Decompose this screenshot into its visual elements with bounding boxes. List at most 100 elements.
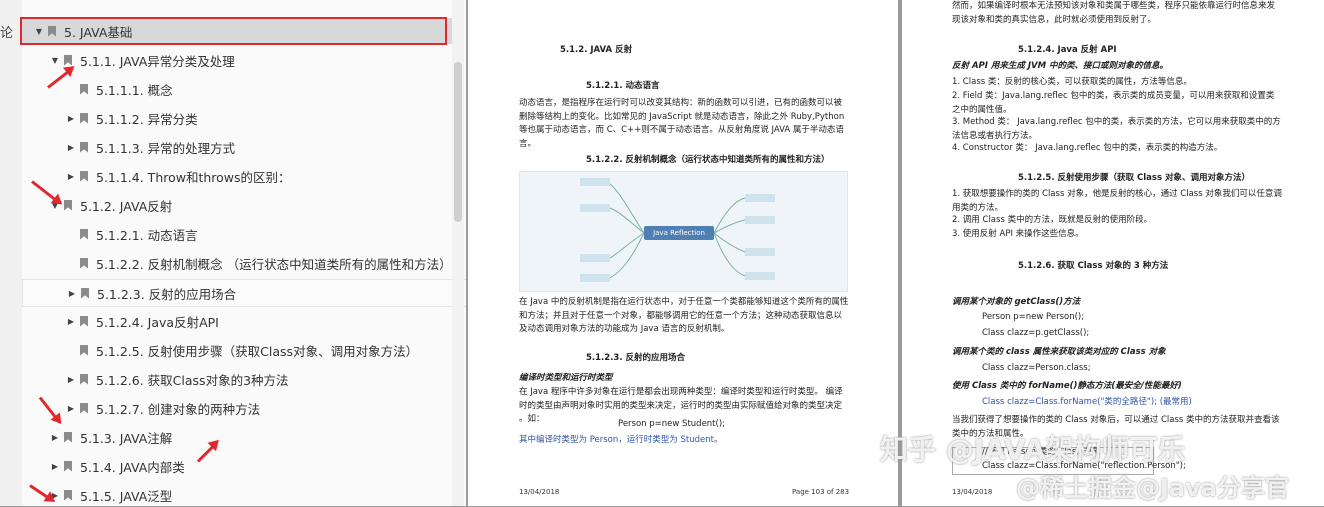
step-item-3: 3. 使用反射 API 来操作这些信息。 <box>952 229 1084 239</box>
footer-page-number: Page 103 of 283 <box>792 487 850 496</box>
bookmark-icon <box>80 315 88 327</box>
outline-item-label: 5.1.3. JAVA注解 <box>80 430 173 446</box>
expand-triangle-icon[interactable]: ▼ <box>34 27 44 36</box>
paragraph-runtime-info: 然而，如果编译时根本无法预知该对象和类属于哪些类，程序只能依靠运行时信息来发现该… <box>952 1 1276 25</box>
api-list-item-1: 1. Class 类：反射的核心类，可以获取类的属性，方法等信息。 <box>952 77 1192 87</box>
bookmark-icon <box>48 25 56 37</box>
outline-item[interactable]: ▶ 5.1.1.4. Throw和throws的区别： <box>22 163 466 189</box>
bookmark-icon <box>80 112 88 124</box>
outline-item-label: 5.1.1.2. 异常分类 <box>96 111 198 127</box>
heading-5-1-2-3: 5.1.2.3. 反射的应用场合 <box>586 353 686 363</box>
footer-date-right: 13/04/2018 <box>952 487 993 496</box>
heading-5-1-2: 5.1.2. JAVA 反射 <box>560 45 633 55</box>
step-item-2: 2. 调用 Class 类中的方法，既就是反射的使用阶段。 <box>952 215 1153 225</box>
outline-item-label: 5.1.2.2. 反射机制概念 （运行状态中知道类所有的属性和方法） <box>96 256 452 272</box>
bookmark-icon <box>80 257 88 269</box>
bookmark-icon <box>80 344 88 356</box>
outline-item[interactable]: ▶ 5.1.2.3. 反射的应用场合 <box>22 279 466 307</box>
bookmark-icon <box>64 489 72 501</box>
bookmark-icon <box>64 199 72 211</box>
method-2-line-a: Class clazz=Person.class; <box>982 363 1091 373</box>
bookmark-icon <box>64 460 72 472</box>
outline-item-label: 5.1.2.6. 获取Class对象的3种方法 <box>96 372 289 388</box>
bookmark-icon <box>80 373 88 385</box>
outline-item[interactable]: ▼5.1.2. JAVA反射 <box>22 192 466 218</box>
bookmark-icon <box>64 431 72 443</box>
mindmap-center-node: Java Reflection <box>644 226 714 240</box>
outline-item[interactable]: ▼ 5.1.1. JAVA异常分类及处理 <box>22 47 466 73</box>
outline-item[interactable]: ▶ 5.1.3. JAVA注解 <box>22 424 466 450</box>
subheading-reflection-api: 反射 API 用来生成 JVM 中的类、接口或则对象的信息。 <box>952 61 1169 71</box>
heading-5-1-2-1: 5.1.2.1. 动态语言 <box>586 81 660 91</box>
paragraph-dynamic-language: 动态语言，是指程序在运行时可以改变其结构：新的函数可以引进，已有的函数可以被删除… <box>519 98 845 149</box>
left-tool-strip: 论 <box>0 0 23 506</box>
api-list-item-2: 2. Field 类：Java.lang.reflec 包中的类，表示类的成员变… <box>952 91 1275 115</box>
watermark-juejin: @稀土掘金@Java分享官 <box>1016 474 1289 502</box>
outline-item-label: 5.1.1.3. 异常的处理方式 <box>96 140 236 156</box>
heading-5-1-2-6: 5.1.2.6. 获取 Class 对象的 3 种方法 <box>1018 261 1169 271</box>
bookmark-icon <box>80 228 88 240</box>
method-1-line-b: Class clazz=p.getClass(); <box>982 328 1090 338</box>
outline-item[interactable]: ▼ 5. JAVA基础 <box>22 18 464 44</box>
subheading-compile-runtime: 编译时类型和运行时类型 <box>519 373 613 383</box>
method-1-line-a: Person p=new Person(); <box>982 312 1085 322</box>
paragraph-reflection-concept: 在 Java 中的反射机制是指在运行状态中，对于任意一个类都能够知道这个类所有的… <box>519 297 849 335</box>
outline-item-label: 5.1.2.1. 动态语言 <box>96 227 198 243</box>
collapse-triangle-icon[interactable]: ▶ <box>50 462 60 471</box>
outline-item[interactable]: 5.1.1.1. 概念 <box>22 76 466 102</box>
collapse-triangle-icon[interactable]: ▶ <box>50 433 60 442</box>
heading-5-1-2-2: 5.1.2.2. 反射机制概念（运行状态中知道类所有的属性和方法） <box>586 155 830 165</box>
paragraph-compile-type: 其中编译时类型为 Person，运行时类型为 Student。 <box>519 435 723 445</box>
collapse-triangle-icon[interactable]: ▶ <box>66 404 76 413</box>
outline-item-label: 5.1.2.7. 创建对象的两种方法 <box>96 401 261 417</box>
strip-glyph: 论 <box>0 26 14 41</box>
outline-item[interactable]: ▶ 5.1.1.3. 异常的处理方式 <box>22 134 466 160</box>
outline-scrollbar-thumb[interactable] <box>454 62 462 222</box>
outline-item-label: 5.1.2.3. 反射的应用场合 <box>97 286 237 302</box>
outline-item-label: 5.1.1. JAVA异常分类及处理 <box>80 53 235 69</box>
method-2-title: 调用某个类的 class 属性来获取该类对应的 Class 对象 <box>952 347 1166 357</box>
collapse-triangle-icon[interactable]: ▶ <box>66 172 76 181</box>
api-list-item-3: 3. Method 类： Java.lang.reflec 包中的类，表示类的方… <box>952 117 1281 141</box>
step-item-1: 1. 获取想要操作的类的 Class 对象，他是反射的核心，通过 Class 对… <box>952 189 1282 213</box>
method-3-title: 使用 Class 类中的 forName()静态方法(最安全/性能最好) <box>952 381 1182 391</box>
reflection-mindmap-image: Java Reflection <box>519 171 848 292</box>
outline-item[interactable]: 5.1.2.1. 动态语言 <box>22 221 466 247</box>
method-1-title: 调用某个对象的 getClass()方法 <box>952 297 1081 307</box>
collapse-triangle-icon[interactable]: ▶ <box>67 289 77 298</box>
outline-item[interactable]: ▶ 5.1.2.4. Java反射API <box>22 308 466 334</box>
outline-item[interactable]: ▶ 5.1.4. JAVA内部类 <box>22 453 466 479</box>
outline-item[interactable]: 5.1.2.2. 反射机制概念 （运行状态中知道类所有的属性和方法） <box>22 250 466 276</box>
bookmark-icon <box>80 83 88 95</box>
bookmark-outline-panel: ▼ 5. JAVA基础 ▼ 5.1.1. JAVA异常分类及处理 5.1.1.1. 概念… <box>22 0 466 506</box>
api-list-item-4: 4. Constructor 类： Java.lang.reflec 包中的类，… <box>952 143 1223 153</box>
footer-date-left: 13/04/2018 <box>519 487 560 496</box>
bookmark-icon <box>80 402 88 414</box>
collapse-triangle-icon[interactable]: ▶ <box>66 375 76 384</box>
outline-item-label: 5.1.1.4. Throw和throws的区别： <box>96 169 291 185</box>
outline-item[interactable]: ▶ 5.1.2.6. 获取Class对象的3种方法 <box>22 366 466 392</box>
heading-5-1-2-5: 5.1.2.5. 反射使用步骤（获取 Class 对象、调用对象方法） <box>1018 173 1250 183</box>
outline-item[interactable]: ▶ 5.1.1.2. 异常分类 <box>22 105 466 131</box>
collapse-triangle-icon[interactable]: ▶ <box>66 317 76 326</box>
watermark-zhihu: 知乎 @JAVA架构师可乐 <box>880 433 1186 466</box>
bookmark-icon <box>80 141 88 153</box>
collapse-triangle-icon[interactable]: ▶ <box>66 143 76 152</box>
outline-item[interactable]: 5.1.2.5. 反射使用步骤（获取Class对象、调用对象方法） <box>22 337 466 363</box>
collapse-triangle-icon[interactable]: ▶ <box>66 114 76 123</box>
method-3-line-a: Class clazz=Class.forName("类的全路径"); (最常用… <box>982 397 1192 407</box>
code-person-student: Person p=new Student(); <box>618 419 726 429</box>
expand-triangle-icon[interactable]: ▼ <box>50 56 60 65</box>
heading-5-1-2-4: 5.1.2.4. Java 反射 API <box>1018 45 1117 55</box>
outline-item-label: 5.1.2. JAVA反射 <box>80 198 173 214</box>
outline-item-label: 5.1.2.5. 反射使用步骤（获取Class对象、调用对象方法） <box>96 343 419 359</box>
outline-item-label: 5.1.4. JAVA内部类 <box>80 459 185 475</box>
outline-item-label: 5. JAVA基础 <box>64 24 133 40</box>
bookmark-icon <box>80 170 88 182</box>
outline-item[interactable]: ▶5.1.5. JAVA泛型 <box>22 482 466 506</box>
bookmark-icon <box>81 287 89 299</box>
outline-item-label: 5.1.2.4. Java反射API <box>96 314 219 330</box>
outline-item[interactable]: ▶ 5.1.2.7. 创建对象的两种方法 <box>22 395 466 421</box>
outline-item-label: 5.1.5. JAVA泛型 <box>80 488 173 504</box>
outline-item-label: 5.1.1.1. 概念 <box>96 82 173 98</box>
